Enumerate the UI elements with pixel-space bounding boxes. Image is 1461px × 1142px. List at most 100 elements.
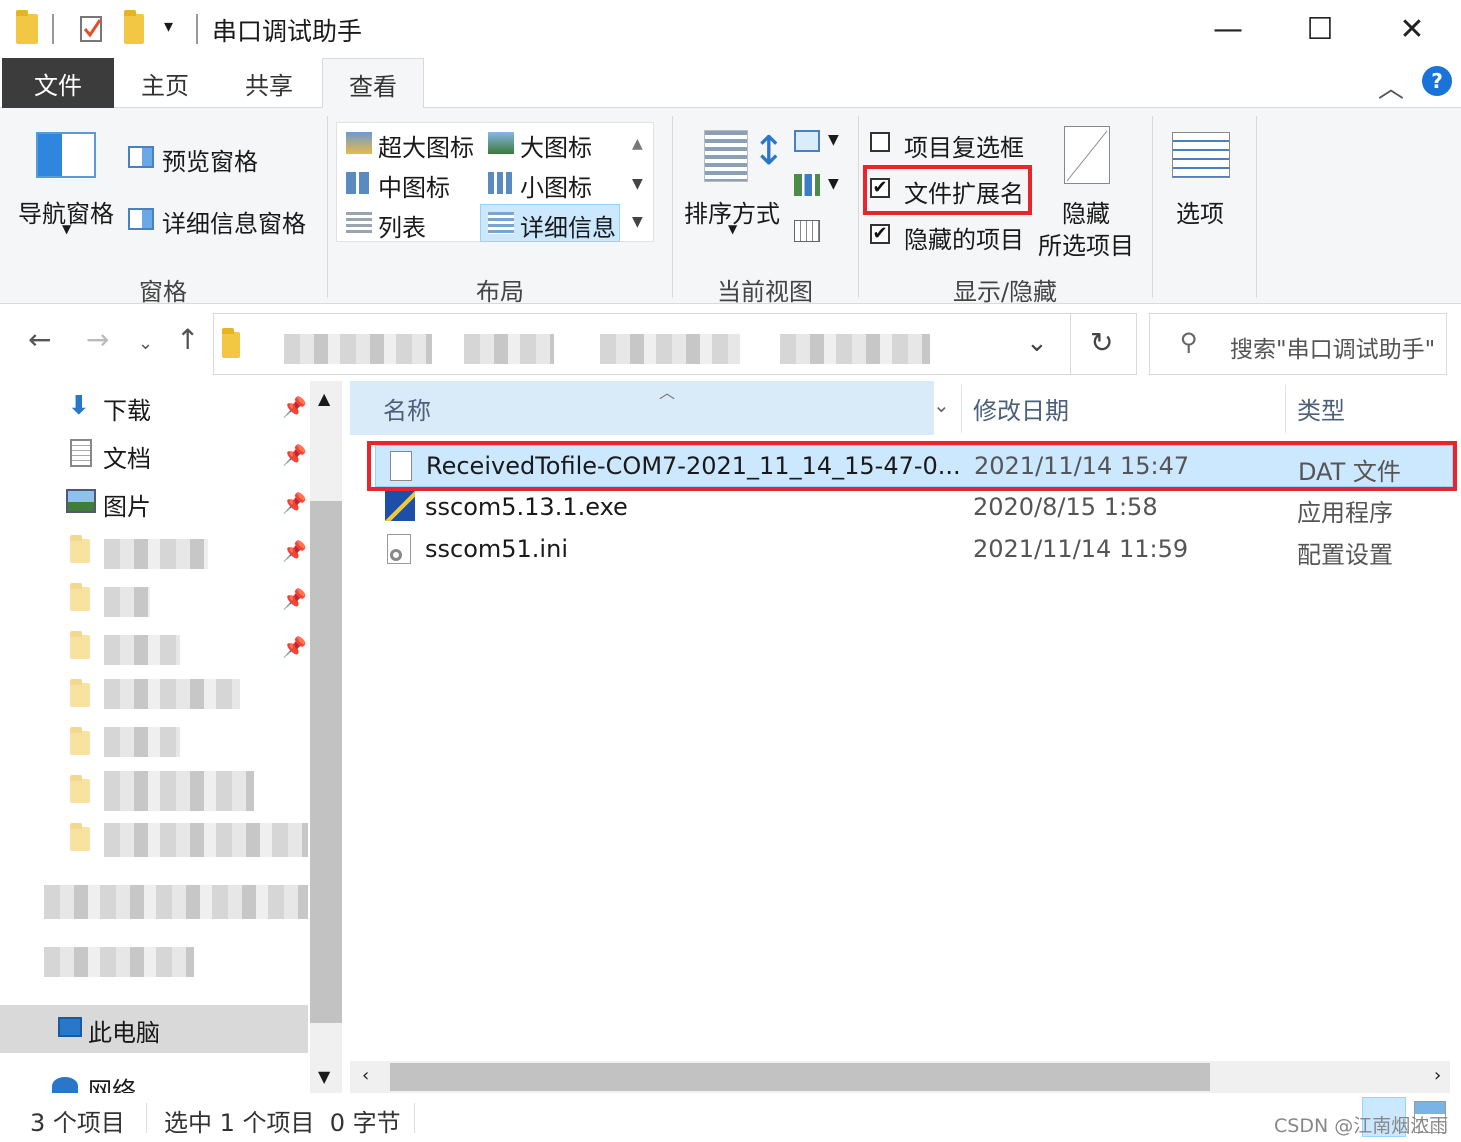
address-dropdown-icon[interactable]: ⌄ — [1026, 328, 1048, 358]
minimize-button[interactable]: — — [1182, 0, 1274, 58]
close-button[interactable]: ✕ — [1366, 0, 1458, 58]
search-box[interactable]: ⚲ 搜索"串口调试助手" — [1149, 313, 1447, 375]
item-checkboxes-checkbox[interactable] — [870, 132, 890, 152]
file-row[interactable]: sscom51.ini 2021/11/14 11:59 配置设置 — [375, 529, 1453, 571]
options-button[interactable]: 选项 — [1176, 194, 1224, 229]
tab-file[interactable]: 文件 — [2, 58, 114, 108]
nav-item-blurred[interactable] — [0, 719, 308, 767]
hide-selected-icon[interactable] — [1064, 126, 1110, 184]
details-pane-icon — [128, 208, 154, 230]
sort-by-icon[interactable] — [704, 130, 748, 182]
tab-share[interactable]: 共享 — [216, 58, 322, 108]
nav-scrollbar-thumb[interactable] — [310, 501, 342, 1023]
nav-item-blurred[interactable]: 📌 — [0, 527, 308, 575]
nav-pane-icon[interactable] — [36, 132, 96, 178]
horizontal-scrollbar-track[interactable]: ‹ › — [350, 1061, 1450, 1093]
maximize-button[interactable]: ☐ — [1274, 0, 1366, 58]
horizontal-scrollbar-thumb[interactable] — [390, 1063, 1210, 1091]
details-pane-button[interactable]: 详细信息窗格 — [162, 204, 306, 239]
hidden-items-checkbox[interactable]: ✔ — [870, 224, 890, 244]
nav-item-downloads[interactable]: ⬇ 下载 📌 — [0, 383, 308, 431]
nav-item-blurred[interactable] — [0, 875, 308, 923]
blurred-path-segment[interactable] — [284, 334, 432, 364]
blurred-label — [104, 727, 180, 757]
new-folder-icon[interactable] — [124, 10, 144, 44]
sort-ascending-icon: ︿ — [659, 383, 676, 402]
extra-large-icons-option[interactable]: 超大图标 — [378, 128, 474, 163]
address-bar[interactable]: ⌄ ↻ — [213, 313, 1137, 375]
tab-view[interactable]: 查看 — [322, 58, 424, 109]
gallery-down-icon[interactable]: ▼ — [632, 176, 643, 192]
nav-item-blurred[interactable]: 📌 — [0, 575, 308, 623]
scroll-left-icon[interactable]: ‹ — [362, 1065, 369, 1086]
nav-item-blurred[interactable]: 📌 — [0, 623, 308, 671]
pin-icon[interactable]: 📌 — [282, 635, 307, 659]
list-icon — [346, 212, 372, 234]
group-separator — [327, 116, 328, 298]
blurred-path-segment[interactable] — [780, 334, 930, 364]
group-by-icon[interactable] — [794, 130, 820, 152]
pin-icon[interactable]: 📌 — [282, 539, 307, 563]
large-icons-option[interactable]: 大图标 — [520, 128, 592, 163]
list-option[interactable]: 列表 — [378, 208, 426, 243]
medium-icons-option[interactable]: 中图标 — [378, 168, 450, 203]
pin-icon[interactable]: 📌 — [282, 587, 307, 611]
collapse-ribbon-icon[interactable]: ︿ — [1378, 68, 1404, 105]
blurred-label — [104, 539, 208, 569]
nav-item-blurred[interactable] — [0, 941, 308, 989]
add-columns-icon[interactable] — [794, 174, 820, 196]
properties-check-icon[interactable] — [78, 14, 106, 44]
recent-locations-chevron-icon[interactable]: ⌄ — [138, 333, 153, 354]
blurred-path-segment[interactable] — [464, 334, 554, 364]
file-date: 2020/8/15 1:58 — [973, 493, 1158, 521]
gallery-more-icon[interactable]: ▼ — [632, 214, 643, 230]
up-arrow-icon[interactable]: ↑ — [176, 323, 199, 356]
column-divider[interactable] — [961, 385, 962, 433]
quick-access-dropdown-icon[interactable]: ▾ — [164, 16, 173, 37]
options-icon[interactable] — [1172, 132, 1230, 178]
preview-pane-button[interactable]: 预览窗格 — [162, 142, 258, 177]
gallery-up-icon[interactable]: ▲ — [632, 136, 643, 152]
folder-icon[interactable] — [16, 10, 38, 44]
file-name: sscom51.ini — [425, 535, 568, 563]
column-header-name[interactable]: 名称 — [383, 381, 431, 435]
chevron-down-icon: ▼ — [828, 176, 839, 192]
sorted-column-bg — [350, 381, 934, 435]
folder-icon — [222, 328, 240, 358]
nav-item-blurred[interactable] — [0, 815, 308, 863]
nav-item-network[interactable]: 网络 — [0, 1071, 308, 1093]
nav-item-documents[interactable]: 文档 📌 — [0, 431, 308, 479]
details-view-icon — [488, 212, 514, 234]
column-header-date[interactable]: 修改日期 — [973, 381, 1069, 435]
details-option[interactable]: 详细信息 — [520, 208, 616, 243]
back-arrow-icon[interactable]: ← — [28, 323, 51, 356]
size-columns-icon[interactable] — [794, 220, 820, 242]
nav-item-this-pc[interactable]: 此电脑 — [0, 1005, 308, 1053]
folder-icon — [70, 583, 90, 611]
small-icons-option[interactable]: 小图标 — [520, 168, 592, 203]
refresh-icon[interactable]: ↻ — [1090, 326, 1113, 359]
nav-item-pictures[interactable]: 图片 📌 — [0, 479, 308, 527]
computer-icon — [58, 1017, 82, 1037]
scroll-up-icon[interactable]: ▲ — [318, 389, 330, 408]
file-row[interactable]: sscom5.13.1.exe 2020/8/15 1:58 应用程序 — [375, 487, 1453, 529]
pin-icon[interactable]: 📌 — [282, 443, 307, 467]
column-header-type[interactable]: 类型 — [1297, 381, 1345, 435]
column-filter-chevron-icon[interactable]: ⌄ — [933, 393, 950, 417]
blurred-path-segment[interactable] — [600, 334, 740, 364]
pin-icon[interactable]: 📌 — [282, 395, 307, 419]
navigation-pane: ⬇ 下载 📌 文档 📌 图片 📌 📌 📌 📌 此电脑 网络 ▲ ▼ — [0, 381, 345, 1093]
highlight-box-selected-file — [367, 441, 1457, 491]
pin-icon[interactable]: 📌 — [282, 491, 307, 515]
chevron-down-icon: ▼ — [828, 132, 839, 148]
nav-item-blurred[interactable] — [0, 767, 308, 815]
tab-home[interactable]: 主页 — [114, 58, 216, 108]
help-icon[interactable]: ? — [1422, 66, 1452, 96]
column-divider[interactable] — [1285, 385, 1286, 433]
forward-arrow-icon[interactable]: → — [86, 323, 109, 356]
scroll-right-icon[interactable]: › — [1434, 1065, 1441, 1086]
blurred-label — [104, 771, 254, 811]
scroll-down-icon[interactable]: ▼ — [318, 1067, 330, 1086]
nav-item-blurred[interactable] — [0, 671, 308, 719]
group-separator — [858, 116, 859, 298]
